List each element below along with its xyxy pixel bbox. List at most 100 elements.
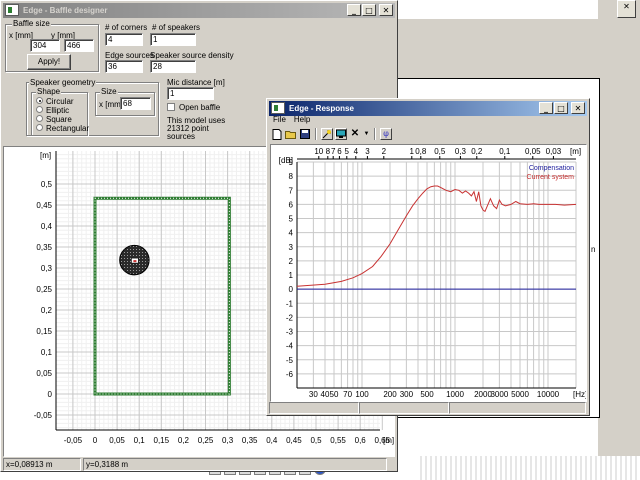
x-unit-label: [m]: [383, 436, 394, 445]
top-axis-label: 0,03: [546, 147, 562, 156]
y-tick-label: -2: [286, 313, 294, 322]
edge-sources-input[interactable]: 36: [105, 60, 143, 73]
phi-icon[interactable]: φ: [380, 128, 392, 140]
top-axis-label: 0,5: [434, 147, 446, 156]
mic-distance-input[interactable]: 1: [167, 87, 214, 100]
minimize-button[interactable]: _: [347, 4, 361, 16]
corners-input[interactable]: 4: [105, 33, 143, 46]
status-cell: [359, 402, 449, 414]
x-tick-label: 10000: [537, 390, 560, 399]
x-tick-label: 0,4: [266, 436, 278, 445]
y-tick-label: 0,5: [41, 180, 53, 189]
x-tick-label: 200: [383, 390, 397, 399]
checkbox-icon: [167, 102, 175, 111]
x-tick-label: 0: [93, 436, 98, 445]
top-axis-label: 0,2: [471, 147, 483, 156]
radio-dot-icon: [36, 106, 43, 114]
x-tick-label: 0,55: [330, 436, 346, 445]
response-window: Edge - Response _ □ ✕ File Help ✕ ▼ φ 98…: [266, 98, 590, 416]
menu-bar: File Help: [270, 115, 310, 125]
y-tick-label: -1: [286, 299, 294, 308]
background-close-button[interactable]: ✕: [617, 0, 636, 18]
speaker-size-input[interactable]: 68: [120, 97, 151, 110]
y-tick-label: -0,05: [34, 411, 53, 420]
radio-circular[interactable]: Circular: [36, 97, 74, 106]
x-tick-label: 0,35: [242, 436, 258, 445]
y-unit-label: [dB]: [279, 156, 293, 165]
group-label: Baffle size: [12, 19, 51, 29]
baffle-titlebar[interactable]: Edge - Baffle designer _ □ ✕: [3, 3, 395, 18]
top-axis-label: 10: [314, 147, 323, 156]
monitor-icon[interactable]: [335, 128, 347, 140]
x-tick-label: 0,05: [109, 436, 125, 445]
response-titlebar[interactable]: Edge - Response _ □ ✕: [269, 101, 587, 116]
x-tick-label: 50: [330, 390, 339, 399]
close-button[interactable]: ✕: [379, 4, 393, 16]
y-tick-label: 0: [48, 390, 53, 399]
app-icon: [271, 102, 285, 114]
frequency-response-chart[interactable]: 9876543210-1-2-3-4-5-6[dB]30 40 50 70 100 200…: [271, 145, 587, 401]
open-baffle-checkbox[interactable]: Open baffle: [167, 102, 220, 112]
delete-x-icon[interactable]: ✕: [349, 128, 361, 140]
app-icon: [5, 4, 19, 16]
y-tick-label: 3: [289, 243, 294, 252]
maximize-button[interactable]: □: [362, 4, 376, 16]
legend-entry: Compensation: [529, 165, 574, 172]
maximize-button[interactable]: □: [554, 102, 568, 114]
new-file-icon[interactable]: [271, 128, 283, 140]
speakers-input[interactable]: 1: [150, 33, 196, 46]
top-axis-label: 0,3: [455, 147, 467, 156]
group-label: Size: [100, 87, 118, 97]
apply-button[interactable]: Apply!: [27, 54, 71, 70]
top-axis-label: 4: [354, 147, 359, 156]
baffle-y-input[interactable]: 466: [64, 39, 94, 52]
status-y: y=0,3188 m: [83, 458, 387, 471]
dropdown-arrow-icon[interactable]: ▼: [363, 128, 370, 140]
density-input[interactable]: 28: [150, 60, 196, 73]
response-plot-area[interactable]: 9 8 7 6 5 4 3 2 1 0 -1 -2 -3 -4 -5 -6 [dB] 30 40 50 70 100 200…: [270, 144, 587, 402]
radio-dot-icon: [36, 115, 43, 123]
y-tick-label: 0,2: [41, 306, 53, 315]
close-button[interactable]: ✕: [571, 102, 585, 114]
top-axis-label: 1: [410, 147, 415, 156]
y-tick-label: -4: [286, 342, 294, 351]
toolbar-separator: [374, 128, 376, 140]
y-tick-label: 0,3: [41, 264, 53, 273]
radio-elliptic[interactable]: Elliptic: [36, 106, 69, 115]
y-tick-label: -3: [286, 328, 294, 337]
response-statusbar: [269, 402, 586, 414]
x-tick-label: 1000: [446, 390, 464, 399]
series-line-current-system: [296, 185, 577, 287]
minimize-button[interactable]: _: [539, 102, 553, 114]
y-unit-label: [m]: [40, 151, 51, 160]
group-label: Shape: [36, 87, 62, 97]
save-disk-icon[interactable]: [299, 128, 311, 140]
legend-entry: Current system: [527, 174, 575, 181]
x-tick-label: 0,5: [310, 436, 322, 445]
top-axis-label: 0,05: [525, 147, 541, 156]
y-tick-label: 4: [289, 229, 294, 238]
top-axis-label: 5: [345, 147, 350, 156]
speaker-marker-center: [133, 260, 137, 263]
background-hatch: [420, 456, 640, 480]
toolbar-separator: [315, 128, 317, 140]
menu-file[interactable]: File: [273, 115, 286, 125]
baffle-x-input[interactable]: 304: [30, 39, 60, 52]
status-cell: [449, 402, 586, 414]
open-folder-icon[interactable]: [285, 128, 297, 140]
x-tick-label: 0,3: [222, 436, 234, 445]
y-tick-label: 0: [289, 285, 294, 294]
y-tick-label: 5: [289, 215, 294, 224]
top-axis-label: 3: [365, 147, 370, 156]
menu-help[interactable]: Help: [294, 115, 310, 125]
y-tick-label: 7: [289, 186, 294, 195]
radio-rectangular[interactable]: Rectangular: [36, 124, 89, 133]
status-cell: [269, 402, 359, 414]
point-sources-line-3: sources: [167, 132, 196, 141]
top-axis-label: 7: [331, 147, 336, 156]
top-axis-label: 8: [326, 147, 331, 156]
x-tick-label: -0,05: [64, 436, 83, 445]
x-tick-label: 3000: [490, 390, 508, 399]
radio-square[interactable]: Square: [36, 115, 72, 124]
star-icon[interactable]: [321, 128, 333, 140]
